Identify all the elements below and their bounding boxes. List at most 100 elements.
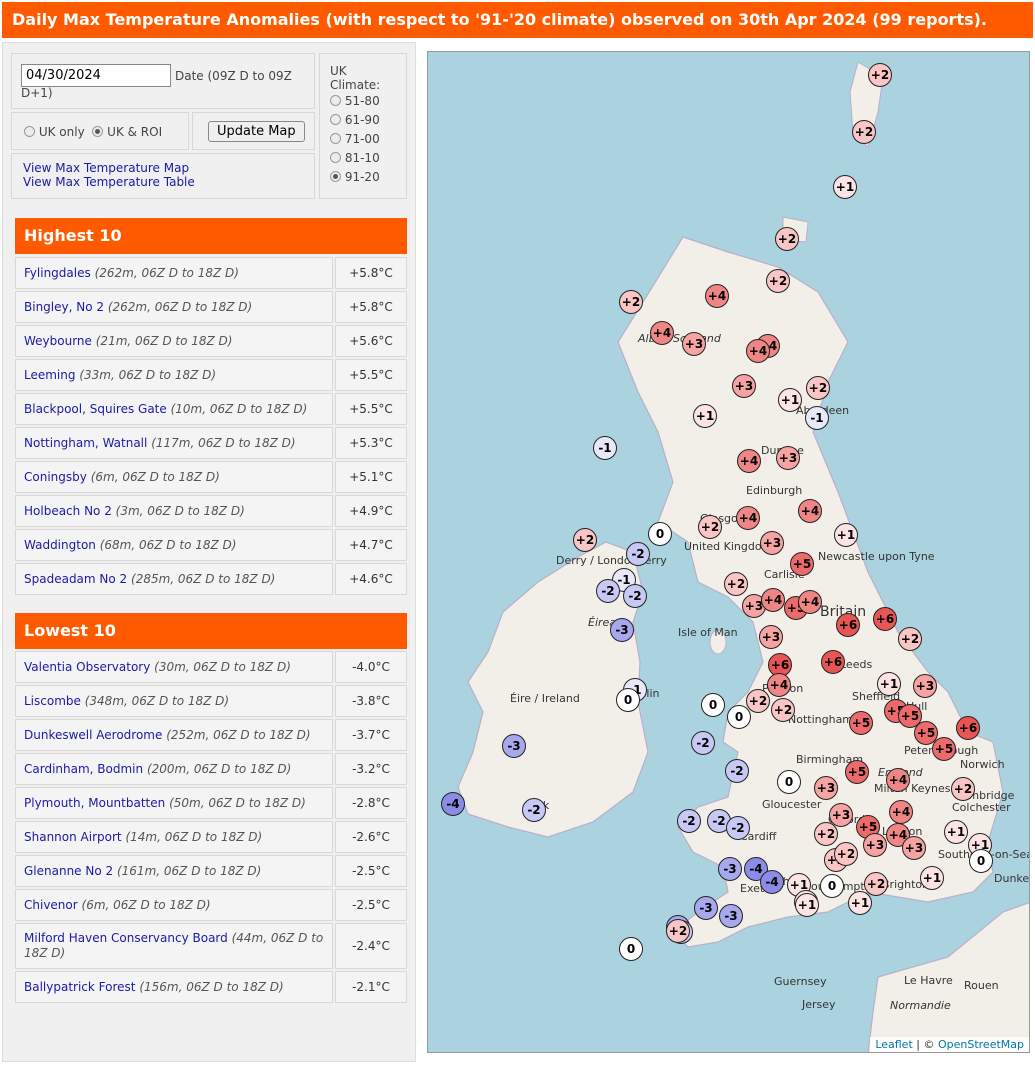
climate-option[interactable]: 51-80 xyxy=(330,92,396,111)
anomaly-marker[interactable]: +1 xyxy=(877,672,901,696)
anomaly-marker[interactable]: -2 xyxy=(726,816,750,840)
anomaly-marker[interactable]: +3 xyxy=(902,836,926,860)
station-link[interactable]: Chivenor xyxy=(24,898,78,912)
anomaly-marker[interactable]: +2 xyxy=(666,919,690,943)
anomaly-marker[interactable]: -3 xyxy=(718,857,742,881)
anomaly-marker[interactable]: -3 xyxy=(610,618,634,642)
anomaly-marker[interactable]: +1 xyxy=(778,388,802,412)
anomaly-marker[interactable]: -1 xyxy=(805,406,829,430)
anomaly-marker[interactable]: +2 xyxy=(868,63,892,87)
view-max-temp-table-link[interactable]: View Max Temperature Table xyxy=(23,175,303,189)
station-link[interactable]: Holbeach No 2 xyxy=(24,504,112,518)
map-view[interactable]: AberdeenDundeeEdinburghGlasgowUnited Kin… xyxy=(427,51,1030,1053)
anomaly-marker[interactable]: +4 xyxy=(798,499,822,523)
anomaly-marker[interactable]: -3 xyxy=(502,734,526,758)
climate-option[interactable]: 91-20 xyxy=(330,168,396,187)
station-link[interactable]: Dunkeswell Aerodrome xyxy=(24,728,162,742)
anomaly-marker[interactable]: +1 xyxy=(848,891,872,915)
station-link[interactable]: Blackpool, Squires Gate xyxy=(24,402,167,416)
station-link[interactable]: Leeming xyxy=(24,368,76,382)
anomaly-marker[interactable]: +1 xyxy=(693,404,717,428)
anomaly-marker[interactable]: +2 xyxy=(814,822,838,846)
anomaly-marker[interactable]: -4 xyxy=(441,792,465,816)
climate-radio[interactable] xyxy=(330,133,341,144)
anomaly-marker[interactable]: +1 xyxy=(944,820,968,844)
leaflet-link[interactable]: Leaflet xyxy=(875,1038,912,1051)
station-link[interactable]: Waddington xyxy=(24,538,96,552)
region-uk-only-radio[interactable] xyxy=(24,126,35,137)
anomaly-marker[interactable]: 0 xyxy=(619,937,643,961)
update-map-button[interactable]: Update Map xyxy=(208,121,305,142)
anomaly-marker[interactable]: +4 xyxy=(746,339,770,363)
anomaly-marker[interactable]: 0 xyxy=(701,693,725,717)
anomaly-marker[interactable]: +4 xyxy=(767,673,791,697)
anomaly-marker[interactable]: +4 xyxy=(798,590,822,614)
station-link[interactable]: Shannon Airport xyxy=(24,830,122,844)
anomaly-marker[interactable]: +1 xyxy=(795,893,819,917)
anomaly-marker[interactable]: +4 xyxy=(889,800,913,824)
osm-link[interactable]: OpenStreetMap xyxy=(938,1038,1024,1051)
anomaly-marker[interactable]: +3 xyxy=(759,625,783,649)
station-link[interactable]: Coningsby xyxy=(24,470,87,484)
anomaly-marker[interactable]: 0 xyxy=(777,770,801,794)
station-link[interactable]: Valentia Observatory xyxy=(24,660,150,674)
anomaly-marker[interactable]: +6 xyxy=(956,716,980,740)
climate-option[interactable]: 61-90 xyxy=(330,111,396,130)
anomaly-marker[interactable]: -2 xyxy=(522,798,546,822)
region-uk-roi-radio[interactable] xyxy=(92,126,104,137)
anomaly-marker[interactable]: +2 xyxy=(766,269,790,293)
anomaly-marker[interactable]: -3 xyxy=(719,904,743,928)
anomaly-marker[interactable]: +3 xyxy=(682,332,706,356)
anomaly-marker[interactable]: -3 xyxy=(694,896,718,920)
climate-radio[interactable] xyxy=(330,152,341,163)
station-link[interactable]: Cardinham, Bodmin xyxy=(24,762,143,776)
anomaly-marker[interactable]: +2 xyxy=(771,698,795,722)
station-link[interactable]: Spadeadam No 2 xyxy=(24,572,127,586)
station-link[interactable]: Liscombe xyxy=(24,694,81,708)
anomaly-marker[interactable]: +6 xyxy=(873,607,897,631)
station-link[interactable]: Nottingham, Watnall xyxy=(24,436,147,450)
anomaly-marker[interactable]: +4 xyxy=(761,588,785,612)
anomaly-marker[interactable]: +5 xyxy=(932,737,956,761)
anomaly-marker[interactable]: +2 xyxy=(698,515,722,539)
anomaly-marker[interactable]: 0 xyxy=(820,874,844,898)
anomaly-marker[interactable]: 0 xyxy=(727,705,751,729)
station-link[interactable]: Fylingdales xyxy=(24,266,91,280)
anomaly-marker[interactable]: +5 xyxy=(790,552,814,576)
anomaly-marker[interactable]: +3 xyxy=(814,776,838,800)
anomaly-marker[interactable]: +5 xyxy=(845,760,869,784)
anomaly-marker[interactable]: -2 xyxy=(596,579,620,603)
anomaly-marker[interactable]: +1 xyxy=(834,523,858,547)
climate-radio[interactable] xyxy=(330,95,341,106)
anomaly-marker[interactable]: 0 xyxy=(969,849,993,873)
anomaly-marker[interactable]: +1 xyxy=(920,866,944,890)
anomaly-marker[interactable]: +2 xyxy=(951,777,975,801)
anomaly-marker[interactable]: +2 xyxy=(775,227,799,251)
anomaly-marker[interactable]: +2 xyxy=(864,872,888,896)
station-link[interactable]: Weybourne xyxy=(24,334,92,348)
climate-radio[interactable] xyxy=(330,171,341,182)
anomaly-marker[interactable]: +2 xyxy=(806,376,830,400)
date-input[interactable] xyxy=(21,64,171,87)
station-link[interactable]: Glenanne No 2 xyxy=(24,864,113,878)
anomaly-marker[interactable]: +2 xyxy=(852,120,876,144)
anomaly-marker[interactable]: 0 xyxy=(648,522,672,546)
anomaly-marker[interactable]: +2 xyxy=(746,689,770,713)
anomaly-marker[interactable]: +6 xyxy=(836,613,860,637)
anomaly-marker[interactable]: +3 xyxy=(863,833,887,857)
anomaly-marker[interactable]: +3 xyxy=(760,531,784,555)
anomaly-marker[interactable]: +3 xyxy=(776,446,800,470)
station-link[interactable]: Plymouth, Mountbatten xyxy=(24,796,165,810)
climate-option[interactable]: 81-10 xyxy=(330,149,396,168)
anomaly-marker[interactable]: +6 xyxy=(821,650,845,674)
anomaly-marker[interactable]: +2 xyxy=(619,290,643,314)
anomaly-marker[interactable]: +4 xyxy=(736,506,760,530)
anomaly-marker[interactable]: +1 xyxy=(833,175,857,199)
anomaly-marker[interactable]: +2 xyxy=(834,842,858,866)
anomaly-marker[interactable]: -2 xyxy=(691,731,715,755)
station-link[interactable]: Ballypatrick Forest xyxy=(24,980,136,994)
anomaly-marker[interactable]: -2 xyxy=(626,542,650,566)
anomaly-marker[interactable]: +2 xyxy=(573,528,597,552)
climate-radio[interactable] xyxy=(330,114,341,125)
anomaly-marker[interactable]: -4 xyxy=(760,870,784,894)
